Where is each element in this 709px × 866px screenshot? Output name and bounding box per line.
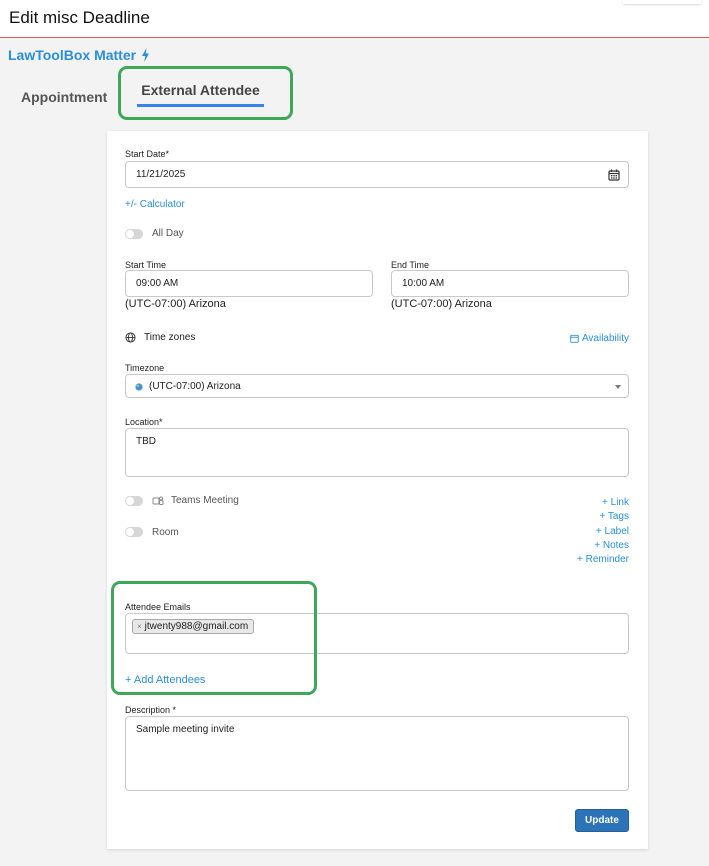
lightning-icon bbox=[142, 48, 150, 62]
calendar-icon[interactable] bbox=[608, 169, 620, 181]
location-input[interactable]: TBD bbox=[125, 428, 629, 477]
start-date-value: 11/21/2025 bbox=[136, 169, 186, 180]
teams-icon bbox=[152, 496, 164, 505]
matter-link-label: LawToolBox Matter bbox=[8, 47, 137, 63]
attendee-highlight-box bbox=[111, 581, 317, 695]
timezone-label: Timezone bbox=[125, 363, 165, 373]
start-time-timezone: (UTC-07:00) Arizona bbox=[125, 298, 226, 310]
teams-meeting-toggle[interactable] bbox=[125, 496, 143, 506]
add-reminder-link[interactable]: + Reminder bbox=[577, 553, 629, 567]
description-input[interactable]: Sample meeting invite bbox=[125, 716, 629, 791]
add-label-link[interactable]: + Label bbox=[577, 525, 629, 539]
calculator-link[interactable]: +/- Calculator bbox=[125, 199, 185, 210]
chevron-down-icon bbox=[615, 385, 621, 389]
start-time-label: Start Time bbox=[125, 260, 167, 270]
availability-link[interactable]: Availability bbox=[570, 333, 629, 344]
calendar-small-icon bbox=[570, 334, 579, 343]
add-tags-link[interactable]: + Tags bbox=[577, 510, 629, 524]
add-notes-link[interactable]: + Notes bbox=[577, 539, 629, 553]
end-time-input[interactable]: 10:00 AM bbox=[391, 270, 629, 297]
timezone-value: (UTC-07:00) Arizona bbox=[149, 381, 241, 392]
start-time-input[interactable]: 09:00 AM bbox=[125, 270, 373, 297]
location-label: Location* bbox=[125, 417, 163, 427]
start-date-label: Start Date* bbox=[125, 149, 170, 159]
tab-appointment[interactable]: Appointment bbox=[21, 89, 107, 105]
start-date-input[interactable]: 11/21/2025 bbox=[125, 161, 629, 188]
extra-options-links: + Link + Tags + Label + Notes + Reminder bbox=[577, 496, 629, 567]
time-zones-label: Time zones bbox=[144, 332, 196, 343]
description-label: Description * bbox=[125, 705, 177, 715]
globe-icon bbox=[125, 332, 136, 343]
lawtoolbox-matter-link[interactable]: LawToolBox Matter bbox=[8, 47, 150, 63]
tab-highlight-box bbox=[118, 66, 293, 120]
end-time-timezone: (UTC-07:00) Arizona bbox=[391, 298, 492, 310]
end-time-label: End Time bbox=[391, 260, 430, 270]
room-label: Room bbox=[152, 527, 179, 538]
availability-label: Availability bbox=[581, 333, 629, 344]
page-title: Edit misc Deadline bbox=[9, 8, 150, 27]
add-link-link[interactable]: + Link bbox=[577, 496, 629, 510]
all-day-toggle[interactable] bbox=[125, 229, 143, 239]
appointment-form-card: Start Date* 11/21/2025 +/- Calculator Al… bbox=[107, 131, 648, 849]
room-toggle[interactable] bbox=[125, 527, 143, 537]
all-day-label: All Day bbox=[152, 228, 184, 239]
teams-meeting-label: Teams Meeting bbox=[171, 495, 239, 506]
top-bar: Edit misc Deadline bbox=[0, 0, 709, 38]
update-button[interactable]: Update bbox=[575, 809, 629, 832]
top-corner-panel bbox=[623, 0, 701, 4]
timezone-select[interactable]: (UTC-07:00) Arizona bbox=[125, 374, 629, 398]
globe-blue-icon bbox=[135, 383, 143, 391]
